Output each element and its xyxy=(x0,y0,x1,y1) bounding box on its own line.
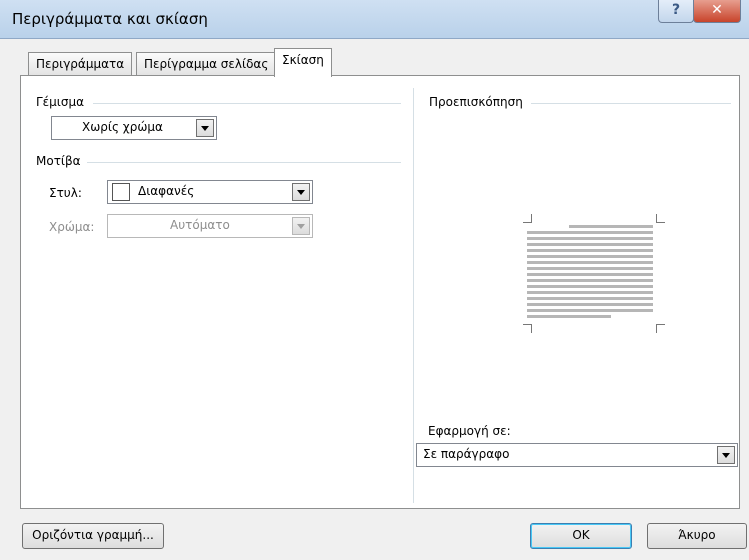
preview-line xyxy=(527,303,653,306)
patterns-heading: Μοτίβα xyxy=(36,154,81,168)
pattern-style-value: Διαφανές xyxy=(138,184,195,198)
corner-mark xyxy=(656,324,665,333)
preview-line xyxy=(527,297,653,300)
corner-mark xyxy=(523,214,532,223)
tab-page-border[interactable]: Περίγραμμα σελίδας xyxy=(136,52,277,75)
preview-line xyxy=(527,267,653,270)
preview-line xyxy=(527,291,653,294)
preview-line xyxy=(527,249,653,252)
cancel-button[interactable]: Άκυρο xyxy=(647,523,747,549)
pattern-style-dropdown[interactable]: Διαφανές xyxy=(107,180,313,204)
preview-line xyxy=(527,255,653,258)
apply-to-label: Εφαρμογή σε: xyxy=(428,424,511,438)
preview-line xyxy=(527,285,653,288)
patterns-separator xyxy=(87,162,401,163)
fill-color-dropdown[interactable]: Χωρίς χρώμα xyxy=(51,116,217,140)
preview-separator xyxy=(531,103,731,104)
chevron-down-icon xyxy=(292,217,310,235)
close-button[interactable]: ✕ xyxy=(693,0,741,23)
preview-heading: Προεπισκόπηση xyxy=(429,95,523,109)
preview-area xyxy=(511,206,671,346)
window-title: Περιγράμματα και σκίαση xyxy=(12,10,208,28)
corner-mark xyxy=(656,214,665,223)
swatch-icon xyxy=(112,183,130,201)
preview-line xyxy=(527,279,653,282)
preview-line xyxy=(527,315,611,318)
tab-shading[interactable]: Σκίαση xyxy=(274,48,332,77)
pattern-color-value: Αυτόματο xyxy=(170,218,230,232)
ok-button[interactable]: OK xyxy=(530,523,632,549)
help-icon: ? xyxy=(671,2,681,18)
preview-line xyxy=(527,237,653,240)
close-icon: ✕ xyxy=(711,2,723,18)
title-bar: Περιγράμματα και σκίαση ? ✕ xyxy=(0,0,749,39)
fill-color-value: Χωρίς χρώμα xyxy=(82,120,163,134)
fill-separator xyxy=(93,103,401,104)
chevron-down-icon[interactable] xyxy=(292,183,310,201)
preview-line xyxy=(527,243,653,246)
tab-borders[interactable]: Περιγράμματα xyxy=(28,52,133,75)
corner-mark xyxy=(523,324,532,333)
fill-heading: Γέμισμα xyxy=(36,95,85,109)
section-divider xyxy=(413,88,414,503)
help-button[interactable]: ? xyxy=(658,0,694,23)
preview-line xyxy=(527,261,653,264)
apply-to-dropdown[interactable]: Σε παράγραφο xyxy=(416,443,738,467)
shading-panel: Γέμισμα Χωρίς χρώμα Μοτίβα Στυλ: Διαφανέ… xyxy=(20,75,740,509)
preview-line xyxy=(569,225,653,228)
chevron-down-icon[interactable] xyxy=(196,119,214,137)
preview-line xyxy=(527,231,653,234)
chevron-down-icon[interactable] xyxy=(717,446,735,464)
pattern-color-dropdown: Αυτόματο xyxy=(107,214,313,238)
apply-to-value: Σε παράγραφο xyxy=(423,447,510,461)
preview-line xyxy=(527,309,653,312)
color-label: Χρώμα: xyxy=(49,220,95,234)
horizontal-line-button[interactable]: Οριζόντια γραμμή... xyxy=(22,523,164,549)
style-label: Στυλ: xyxy=(49,186,82,200)
preview-line xyxy=(527,273,653,276)
